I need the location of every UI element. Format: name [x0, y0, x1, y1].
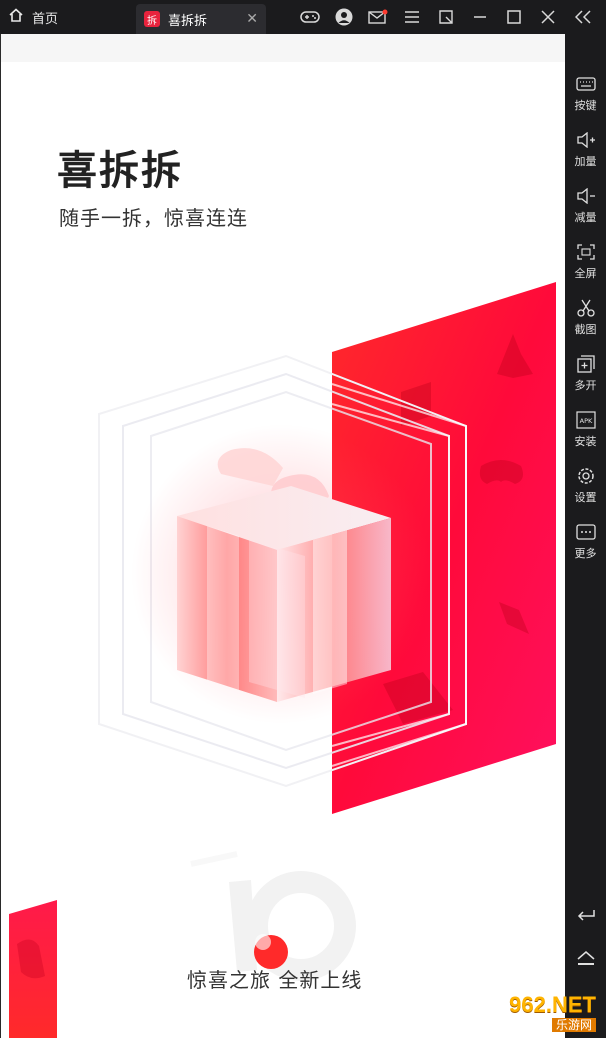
sidebar-item-label: 多开 [574, 379, 597, 392]
tagline: 随手一拆，惊喜连连 [59, 206, 248, 230]
sidebar-item-label: 截图 [574, 323, 597, 336]
back-icon[interactable] [565, 896, 606, 932]
sidebar-item-label: 安装 [574, 435, 597, 448]
sidebar-item-volume-down[interactable]: 减量 [565, 180, 606, 232]
app-tab-label: 喜拆拆 [168, 13, 208, 29]
sidebar-item-label: 按键 [574, 99, 597, 112]
sidebar-item-screenshot[interactable]: 截图 [565, 292, 606, 344]
sidebar-item-fullscreen[interactable]: 全屏 [565, 236, 606, 288]
app-tab[interactable]: 拆 喜拆拆 ✕ [136, 4, 266, 34]
home-icon [8, 7, 24, 27]
ten-emblem [190, 851, 356, 981]
sidebar-item-label: 更多 [574, 547, 597, 560]
home-tab-label: 首页 [32, 11, 59, 27]
sidebar-item-keys[interactable]: 按键 [565, 68, 606, 120]
user-avatar-icon[interactable] [334, 7, 354, 27]
volume-down-icon [575, 187, 597, 205]
sidebar-item-settings[interactable]: 设置 [565, 460, 606, 512]
close-window-icon[interactable] [538, 7, 558, 27]
scissors-icon [575, 299, 597, 317]
more-icon [575, 523, 597, 541]
emulator-sidebar: 按键 加量 减量 全屏 截图 多开 APK 安装 设置 更多 [565, 34, 606, 1038]
keyboard-icon [575, 75, 597, 93]
collapse-sidebar-icon[interactable] [566, 0, 600, 34]
window-toolbar [300, 0, 558, 34]
watermark-text: 962.NET [509, 992, 596, 1017]
mail-icon[interactable] [368, 7, 388, 27]
volume-up-icon [575, 131, 597, 149]
sidebar-item-label: 加量 [574, 155, 597, 168]
title-bar: 首页 拆 喜拆拆 ✕ [0, 0, 606, 34]
sidebar-item-install[interactable]: APK 安装 [565, 404, 606, 456]
menu-icon[interactable] [402, 7, 422, 27]
tab-close-icon[interactable]: ✕ [246, 11, 258, 27]
gamepad-icon[interactable] [300, 7, 320, 27]
app-splash-screen[interactable]: 喜拆拆 随手一拆，惊喜连连 惊喜之旅 全新上线 [0, 34, 565, 1038]
pin-window-icon[interactable] [436, 7, 456, 27]
app-logo: 喜拆拆 [57, 148, 183, 194]
watermark-subtext: 乐游网 [551, 1018, 596, 1032]
launch-caption: 惊喜之旅 全新上线 [187, 968, 363, 992]
home-tab[interactable]: 首页 [8, 0, 58, 34]
sidebar-item-volume-up[interactable]: 加量 [565, 124, 606, 176]
apk-glyph: APK [579, 417, 592, 425]
sidebar-item-label: 减量 [574, 211, 597, 224]
minimize-icon[interactable] [470, 7, 490, 27]
maximize-icon[interactable] [504, 7, 524, 27]
site-watermark: 962.NET 乐游网 [470, 986, 600, 1032]
multi-open-icon [575, 355, 597, 373]
app-tab-icon: 拆 [144, 11, 160, 27]
fullscreen-icon [575, 243, 597, 261]
sidebar-item-label: 设置 [574, 491, 597, 504]
home-android-icon[interactable] [565, 940, 606, 976]
gear-icon [575, 467, 597, 485]
sidebar-item-multi-open[interactable]: 多开 [565, 348, 606, 400]
sidebar-item-more[interactable]: 更多 [565, 516, 606, 568]
apk-icon: APK [575, 411, 597, 429]
sidebar-item-label: 全屏 [574, 267, 597, 280]
